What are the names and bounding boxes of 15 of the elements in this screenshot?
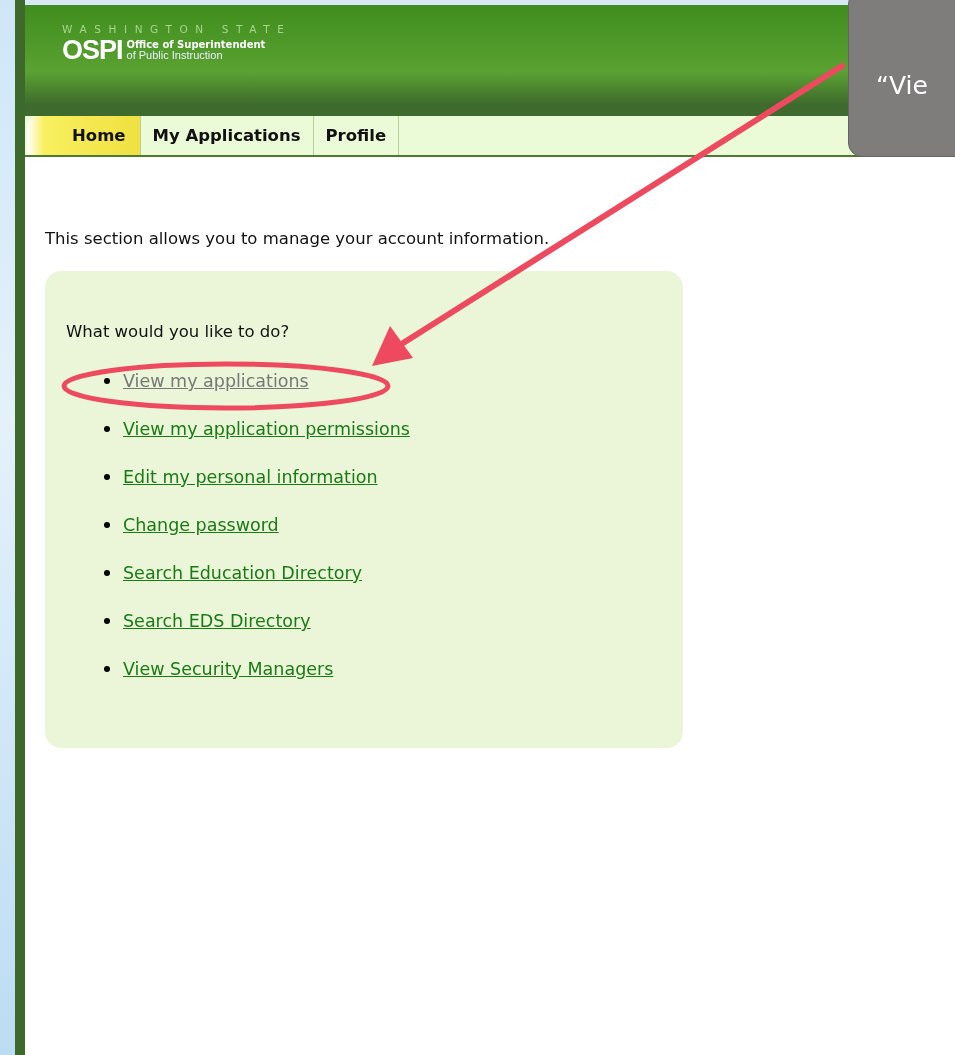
org-name: Office of Superintendent: [126, 40, 266, 50]
option-link[interactable]: Change password: [123, 515, 279, 535]
option-link[interactable]: View Security Managers: [123, 659, 334, 679]
state-name: WASHINGTON STATE: [62, 23, 293, 35]
intro-text: This section allows you to manage your account information.: [45, 229, 551, 248]
option-link[interactable]: View my application permissions: [123, 419, 410, 439]
logo: OSPI: [62, 37, 123, 64]
option-link[interactable]: Search EDS Directory: [123, 611, 311, 631]
option-link[interactable]: View my applications: [123, 371, 309, 391]
option-link[interactable]: Edit my personal information: [123, 467, 378, 487]
nav-tab[interactable]: Home: [27, 116, 141, 155]
option-link[interactable]: Search Education Directory: [123, 563, 363, 583]
callout-text: “Vie: [876, 71, 928, 100]
org-name: of Public Instruction: [126, 50, 223, 61]
panel-question: What would you like to do?: [66, 322, 291, 341]
